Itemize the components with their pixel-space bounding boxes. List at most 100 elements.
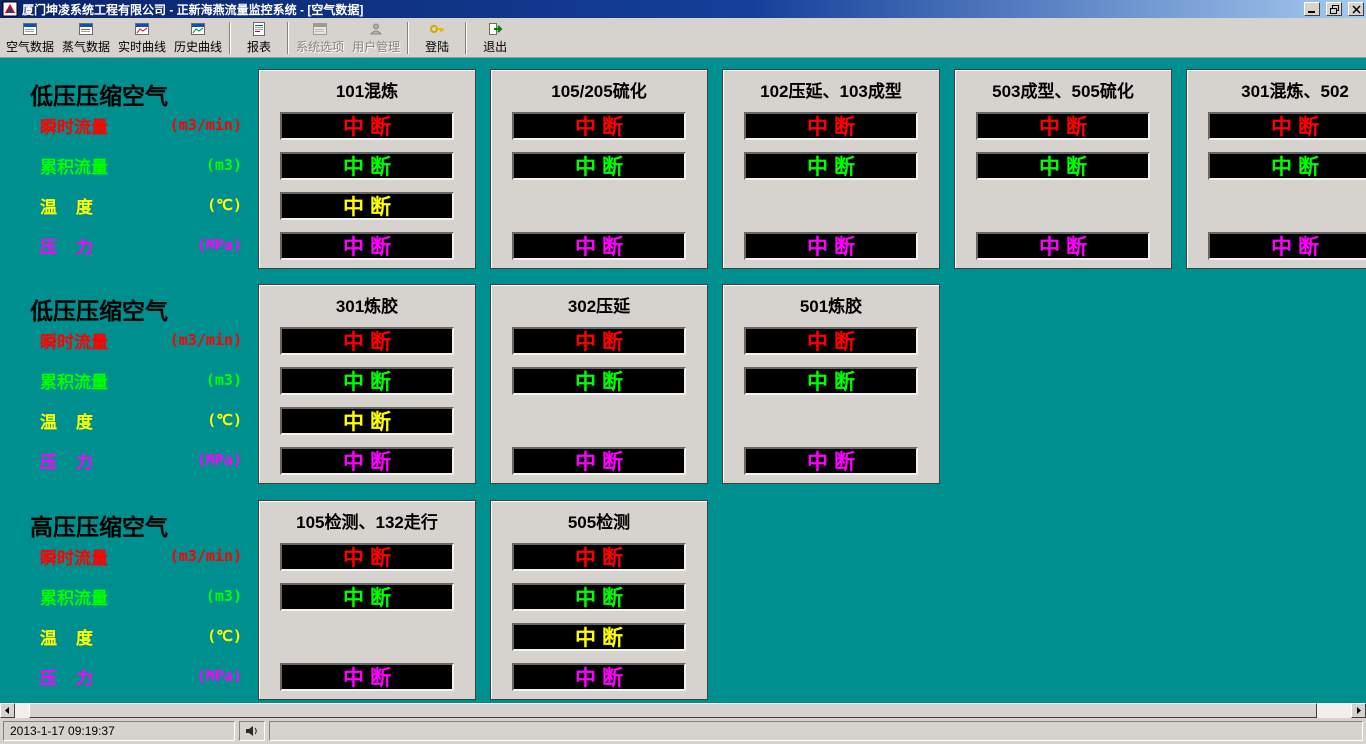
toolbar-button-login[interactable]: 登陆 — [412, 19, 462, 56]
toolbar-separator — [465, 22, 467, 54]
group-title: 低压压缩空气 — [30, 77, 168, 111]
toolbar-button-label: 登陆 — [425, 38, 449, 55]
login-icon — [429, 21, 445, 37]
reading-display: 中断 — [1208, 112, 1366, 140]
param-label-row: 温 度(℃) — [40, 191, 242, 219]
station-panel: 503成型、505硫化中断中断中断 — [954, 69, 1172, 269]
param-label-row: 累积流量(m3) — [40, 366, 242, 394]
toolbar-button-air-data[interactable]: 空气数据 — [2, 19, 58, 56]
restore-button[interactable] — [1326, 2, 1342, 16]
toolbar-button-steam-data[interactable]: 蒸气数据 — [58, 19, 114, 56]
station-panel-title: 302压延 — [491, 292, 707, 317]
toolbar-button-label: 蒸气数据 — [62, 38, 110, 55]
minimize-button[interactable] — [1304, 2, 1320, 16]
reading-display: 中断 — [280, 152, 454, 180]
toolbar-button-exit[interactable]: 退出 — [470, 19, 520, 56]
toolbar-button-label: 系统选项 — [296, 38, 344, 55]
param-label: 压 力 — [40, 448, 93, 473]
station-group: 高压压缩空气瞬时流量(m3/min)累积流量(m3)温 度(℃)压 力(MPa)… — [0, 500, 1366, 700]
station-panel-title: 105/205硫化 — [491, 77, 707, 102]
reading-display: 中断 — [280, 447, 454, 475]
toolbar-button-label: 报表 — [247, 38, 271, 55]
scrollbar-thumb[interactable] — [29, 703, 1317, 718]
param-unit: (m3) — [206, 156, 242, 174]
realtime-curve-icon — [134, 21, 150, 37]
param-label-row: 温 度 (℃) — [40, 622, 242, 650]
reading-display: 中断 — [512, 232, 686, 260]
reading-display: 中断 — [280, 543, 454, 571]
reading-display: 中断 — [976, 232, 1150, 260]
station-panel-title: 505检测 — [491, 508, 707, 533]
steam-data-icon — [78, 21, 94, 37]
reading-display: 中断 — [280, 367, 454, 395]
reading-display: 中断 — [512, 367, 686, 395]
horizontal-scrollbar[interactable] — [0, 703, 1366, 718]
user-management-icon — [368, 21, 384, 37]
toolbar-button-label: 实时曲线 — [118, 38, 166, 55]
param-unit: (℃) — [207, 627, 242, 645]
param-unit: (MPa) — [197, 236, 242, 254]
title-bar: 厦门坤凌系统工程有限公司 - 正新海燕流量监控系统 - [空气数据] — [0, 0, 1366, 18]
toolbar-button-realtime-curve[interactable]: 实时曲线 — [114, 19, 170, 56]
param-label: 温 度 — [40, 624, 93, 649]
toolbar-button-system-options: 系统选项 — [292, 19, 348, 56]
param-unit: (m3) — [206, 587, 242, 605]
station-group: 低压压缩空气瞬时流量(m3/min)累积流量(m3)温 度(℃)压 力(MPa)… — [0, 284, 1366, 484]
scroll-left-button[interactable] — [0, 703, 15, 718]
reading-display: 中断 — [744, 327, 918, 355]
status-bar: 2013-1-17 09:19:37 — [0, 718, 1366, 744]
reading-display: 中断 — [744, 367, 918, 395]
param-label-row: 瞬时流量(m3/min) — [40, 111, 242, 139]
param-label-row: 瞬时流量(m3/min) — [40, 326, 242, 354]
group-title: 低压压缩空气 — [30, 292, 168, 326]
param-label: 压 力 — [40, 664, 93, 689]
app-window: 厦门坤凌系统工程有限公司 - 正新海燕流量监控系统 - [空气数据] 空气数据蒸… — [0, 0, 1366, 744]
toolbar-button-report[interactable]: 报表 — [234, 19, 284, 56]
param-label: 累积流量 — [40, 584, 108, 609]
station-panel-title: 105检测、132走行 — [259, 508, 475, 533]
reading-display: 中断 — [512, 447, 686, 475]
toolbar-separator — [287, 22, 289, 54]
station-group: 低压压缩空气瞬时流量(m3/min)累积流量(m3)温 度(℃)压 力(MPa)… — [0, 69, 1366, 269]
station-panel: 302压延中断中断中断 — [490, 284, 708, 484]
air-data-icon — [22, 21, 38, 37]
reading-display: 中断 — [512, 327, 686, 355]
scroll-right-button[interactable] — [1351, 703, 1366, 718]
param-label-row: 瞬时流量 (m3/min) — [40, 542, 242, 570]
param-unit: (m3/min) — [170, 547, 242, 565]
param-label: 瞬时流量 — [40, 113, 108, 138]
toolbar-button-label: 用户管理 — [352, 38, 400, 55]
reading-display: 中断 — [280, 327, 454, 355]
reading-display: 中断 — [744, 152, 918, 180]
param-label-row: 压 力 (MPa) — [40, 231, 242, 259]
param-label: 瞬时流量 — [40, 544, 108, 569]
station-panel-title: 101混炼 — [259, 77, 475, 102]
station-panel-title: 301炼胶 — [259, 292, 475, 317]
group-title: 高压压缩空气 — [30, 508, 168, 542]
window-title: 厦门坤凌系统工程有限公司 - 正新海燕流量监控系统 - [空气数据] — [22, 1, 1298, 18]
param-label-row: 累积流量 (m3) — [40, 582, 242, 610]
speaker-icon — [244, 723, 260, 739]
reading-display: 中断 — [512, 152, 686, 180]
station-panel: 301炼胶中断中断中断中断 — [258, 284, 476, 484]
air-data-view: 低压压缩空气瞬时流量(m3/min)累积流量(m3)温 度(℃)压 力(MPa)… — [0, 58, 1366, 703]
toolbar-button-history-curve[interactable]: 历史曲线 — [170, 19, 226, 56]
speaker-indicator[interactable] — [239, 721, 265, 741]
param-label: 压 力 — [40, 233, 93, 258]
station-panel: 505检测中断中断中断中断 — [490, 500, 708, 700]
scrollbar-track[interactable] — [15, 703, 1351, 718]
app-icon — [2, 1, 18, 17]
param-unit: (℃) — [207, 411, 242, 429]
station-panel: 501炼胶中断中断中断 — [722, 284, 940, 484]
reading-display: 中断 — [280, 583, 454, 611]
close-button[interactable] — [1348, 2, 1364, 16]
reading-display: 中断 — [512, 623, 686, 651]
param-label-row: 压 力(MPa) — [40, 446, 242, 474]
param-label: 温 度 — [40, 193, 93, 218]
datetime-display: 2013-1-17 09:19:37 — [3, 721, 235, 741]
exit-icon — [487, 21, 503, 37]
station-panel-title: 501炼胶 — [723, 292, 939, 317]
reading-display: 中断 — [280, 232, 454, 260]
station-panel: 301混炼、502中断中断中断 — [1186, 69, 1366, 269]
station-panel-title: 102压延、103成型 — [723, 77, 939, 102]
